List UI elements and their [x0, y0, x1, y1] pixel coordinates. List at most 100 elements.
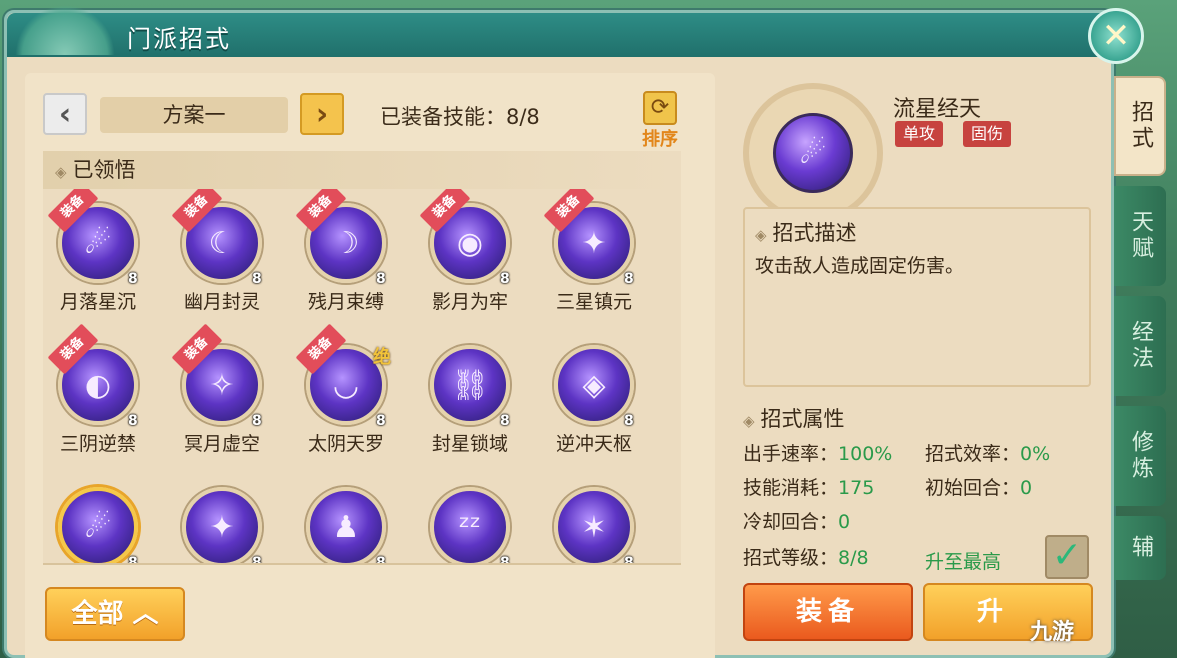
next-plan-button[interactable]: › [300, 93, 344, 135]
tag-fixed-damage: 固伤 [963, 121, 1012, 147]
sort-button[interactable]: ⟳ 排序 [640, 91, 680, 151]
skill-name: 逆冲天枢 [555, 433, 632, 455]
skill-icon: ◈ [554, 345, 634, 425]
diamond-icon: ◈ [55, 163, 67, 181]
skill-slot[interactable]: ⛓ 8 封星锁域 [415, 331, 525, 455]
skill-level: 8 [500, 555, 510, 565]
learned-header-label: 已领悟 [72, 158, 136, 182]
description-title: ◈ 招式描述 [755, 217, 857, 247]
skill-level: 8 [500, 271, 510, 287]
window-title: 门派招式 [127, 25, 231, 53]
skill-slot[interactable]: ✦ 装备 8 三星镇元 [539, 189, 649, 313]
skill-name: 幽月封灵 [183, 291, 260, 313]
skill-slot[interactable]: ☄ 8 [43, 473, 153, 565]
diamond-icon: ◈ [743, 412, 755, 430]
skill-name: 冥月虚空 [183, 433, 260, 455]
tab-talent[interactable]: 天赋 [1114, 186, 1166, 286]
attr-efficiency: 招式效率：0% [925, 439, 1050, 466]
checkmark-icon: ✓ [1051, 535, 1083, 576]
skill-level: 8 [500, 413, 510, 429]
skill-level: 8 [376, 413, 386, 429]
attr-level: 招式等级：8/8 [743, 543, 869, 570]
watermark: 九游 [1030, 620, 1075, 645]
learned-header: ◈ 已领悟 [43, 151, 681, 189]
tag-single-target: 单攻 [895, 121, 944, 147]
tab-skills[interactable]: 招式 [1114, 76, 1166, 176]
attr-efficiency-label: 招式效率： [925, 443, 1021, 465]
skill-level: 8 [128, 555, 138, 565]
chevron-right-icon: › [315, 96, 329, 132]
skill-slot[interactable]: ◡ 装备绝 8 太阴天罗 [291, 323, 401, 455]
attr-initial-round-label: 初始回合： [925, 477, 1021, 499]
refresh-icon: ⟳ [643, 91, 677, 125]
chevron-left-icon: ‹ [58, 96, 72, 132]
close-button[interactable]: ✕ [1088, 8, 1144, 64]
selected-skill-name: 流星经天 [893, 97, 982, 122]
attributes-title-label: 招式属性 [760, 407, 845, 431]
attr-initial-round: 初始回合：0 [925, 473, 1032, 500]
equipped-count: 已装备技能：8/8 [380, 105, 540, 129]
skill-name: 残月束缚 [307, 291, 384, 313]
close-icon: ✕ [1101, 16, 1131, 56]
skill-slot[interactable]: ☄ 装备 8 月落星沉 [43, 189, 153, 313]
attr-speed-label: 出手速率： [743, 443, 839, 465]
sort-label: 排序 [642, 129, 678, 150]
tab-scripture[interactable]: 经法 [1114, 296, 1166, 396]
skill-level: 8 [624, 555, 634, 565]
tab-cultivate[interactable]: 修炼 [1114, 406, 1166, 506]
skill-slot[interactable]: ☾ 装备 8 幽月封灵 [167, 189, 277, 313]
skill-detail-panel: ☄ 流星经天 单攻 固伤 ◈ 招式描述 攻击敌人造成固定伤害。 ◈ 招式属性 出手速… [719, 73, 1114, 658]
skill-name: 三阴逆禁 [59, 433, 136, 455]
skill-slot[interactable]: ✧ 装备 8 冥月虚空 [167, 323, 277, 455]
skill-grid: ☄ 装备 8 月落星沉 ☾ 装备 8 幽月封灵 ☽ 装备 8 残月束缚 ◉ 装备 8 影月为牢 ✦ 装备 8 三星镇元… [43, 189, 681, 565]
attr-cooldown-value: 0 [838, 511, 851, 533]
attr-cooldown-label: 冷却回合： [743, 511, 839, 533]
attr-initial-round-value: 0 [1020, 477, 1033, 499]
title-bar: 门派招式 [7, 5, 1111, 57]
attr-cooldown: 冷却回合：0 [743, 507, 850, 534]
attr-speed-value: 100% [838, 443, 893, 465]
attr-cost-value: 175 [838, 477, 875, 499]
skill-slot[interactable]: ♟ 8 [291, 473, 401, 563]
skill-icon: ✶ [554, 487, 634, 563]
skill-name: 影月为牢 [431, 291, 508, 313]
selected-skill-icon-frame: ☄ [743, 83, 883, 223]
skill-level: 8 [252, 555, 262, 565]
attr-level-label: 招式等级： [743, 547, 839, 569]
attr-speed: 出手速率：100% [743, 439, 892, 466]
skill-slot[interactable]: ☽ 装备 8 残月束缚 [291, 189, 401, 313]
tab-assist[interactable]: 辅 [1114, 516, 1166, 580]
skill-level: 8 [128, 271, 138, 287]
skill-icon: ☄ [58, 487, 138, 563]
ultimate-badge: 绝 [373, 347, 391, 368]
skill-slot[interactable]: ✦ 8 [167, 473, 277, 565]
skill-slot[interactable]: ◐ 装备 8 三阴逆禁 [43, 323, 153, 455]
skill-icon: ♟ [306, 487, 386, 563]
prev-plan-button[interactable]: ‹ [43, 93, 87, 135]
plan-name[interactable]: 方案一 [100, 97, 288, 133]
skill-list-panel: ‹ 方案一 › 已装备技能：8/8 ⟳ 排序 ◈ 已领悟 ☄ 装备 8 月落星沉 ☾ 装备 8… [25, 73, 715, 658]
upgrade-to-max-label: 升至最高 [925, 551, 1002, 573]
skill-icon: ⛓ [430, 345, 510, 425]
skill-slot[interactable]: ᶻᶻ 8 [415, 473, 525, 565]
attributes-title: ◈ 招式属性 [743, 403, 845, 433]
all-filter-button[interactable]: 全部 ︿ [45, 587, 185, 641]
skill-slot[interactable]: ◉ 装备 8 影月为牢 [415, 189, 525, 313]
skill-name: 太阴天罗 [307, 433, 384, 455]
upgrade-to-max-checkbox[interactable]: ✓ [1045, 535, 1089, 579]
diamond-icon: ◈ [755, 226, 767, 244]
description-box: ◈ 招式描述 攻击敌人造成固定伤害。 [743, 207, 1091, 387]
skill-icon: ✦ [182, 487, 262, 563]
skill-icon: ᶻᶻ [430, 487, 510, 563]
attr-cost-label: 技能消耗： [743, 477, 839, 499]
equip-button[interactable]: 装备 [743, 583, 913, 641]
skill-slot[interactable]: ✶ 8 [539, 473, 649, 565]
skill-level: 8 [376, 271, 386, 287]
skill-level: 8 [624, 413, 634, 429]
skill-slot[interactable]: ◈ 8 逆冲天枢 [539, 331, 649, 455]
skills-window: 门派招式 ‹ 方案一 › 已装备技能：8/8 ⟳ 排序 ◈ 已领悟 ☄ 装备 8 月落星… [4, 5, 1114, 658]
skill-name: 月落星沉 [59, 291, 136, 313]
attr-cost: 技能消耗：175 [743, 473, 874, 500]
skill-level: 8 [128, 413, 138, 429]
title-ornament [15, 5, 115, 55]
